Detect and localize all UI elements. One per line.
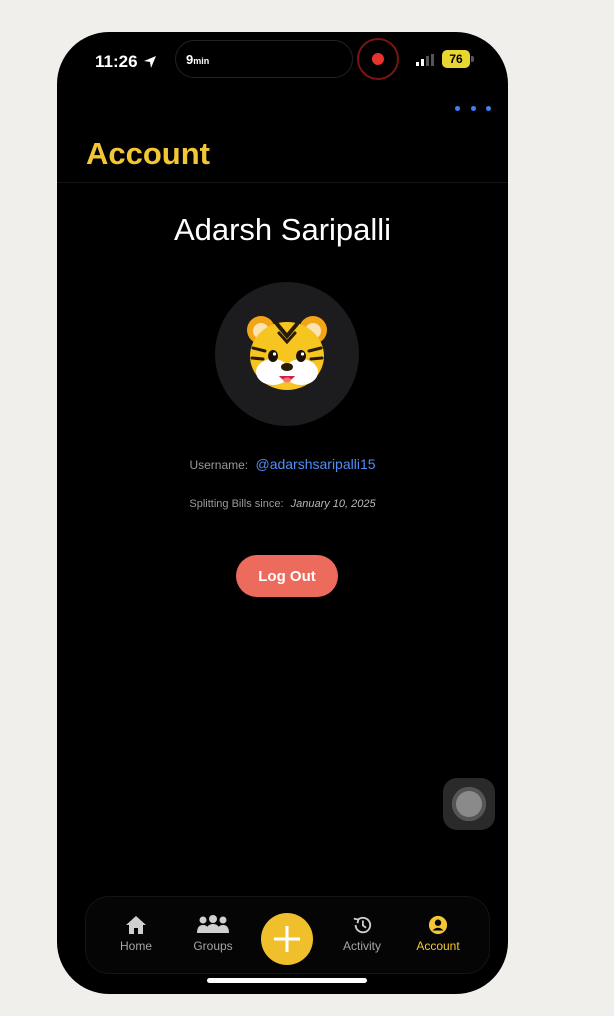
logout-button[interactable]: Log Out bbox=[236, 555, 338, 597]
header-divider bbox=[57, 182, 508, 183]
more-options-button[interactable] bbox=[455, 98, 491, 118]
member-since-date: January 10, 2025 bbox=[290, 498, 376, 510]
tab-groups-label: Groups bbox=[193, 939, 233, 953]
username-link[interactable]: @adarshsaripalli15 bbox=[255, 456, 375, 472]
location-arrow-icon bbox=[143, 56, 156, 68]
battery-tip bbox=[471, 56, 474, 62]
people-icon bbox=[197, 915, 229, 933]
tab-account-label: Account bbox=[416, 939, 460, 953]
assistive-touch-button[interactable] bbox=[443, 778, 495, 830]
profile-full-name: Adarsh Saripalli bbox=[173, 212, 392, 247]
add-expense-button[interactable] bbox=[261, 913, 313, 965]
ellipsis-icon bbox=[455, 105, 460, 111]
tab-activity[interactable]: Activity bbox=[327, 915, 397, 953]
username-row: Username: @adarshsaripalli15 bbox=[57, 456, 508, 472]
dynamic-island: 9min bbox=[175, 40, 353, 78]
member-since-row: Splitting Bills since: January 10, 2025 bbox=[57, 498, 508, 510]
timer-readout: 9min bbox=[186, 51, 210, 67]
tab-groups[interactable]: Groups bbox=[178, 915, 248, 953]
status-time: 11:26 bbox=[95, 52, 157, 72]
tiger-face-icon bbox=[247, 316, 327, 390]
recording-dot-icon bbox=[372, 53, 384, 65]
house-icon bbox=[126, 916, 146, 934]
username-label: Username: bbox=[189, 458, 249, 472]
person-circle-icon bbox=[428, 915, 448, 935]
member-since-label: Splitting Bills since: bbox=[189, 498, 284, 510]
cellular-signal-icon bbox=[416, 54, 434, 66]
clock: 11:26 bbox=[95, 52, 138, 71]
phone-screen: 11:26 9min 76 Account Adarsh Saripalli U… bbox=[57, 32, 508, 994]
screen-recording-indicator[interactable] bbox=[357, 38, 399, 80]
battery-indicator: 76 bbox=[442, 50, 470, 68]
tab-account[interactable]: Account bbox=[403, 915, 473, 953]
home-indicator[interactable] bbox=[207, 978, 367, 983]
tab-home-label: Home bbox=[119, 939, 152, 953]
tab-activity-label: Activity bbox=[342, 939, 381, 953]
tab-bar: Home Groups Activity Account bbox=[85, 896, 490, 974]
assistive-touch-icon bbox=[452, 787, 486, 821]
avatar bbox=[215, 282, 359, 426]
plus-icon bbox=[274, 926, 300, 952]
history-icon bbox=[353, 916, 372, 934]
page-title: Account bbox=[86, 136, 210, 171]
tab-home[interactable]: Home bbox=[101, 915, 171, 953]
